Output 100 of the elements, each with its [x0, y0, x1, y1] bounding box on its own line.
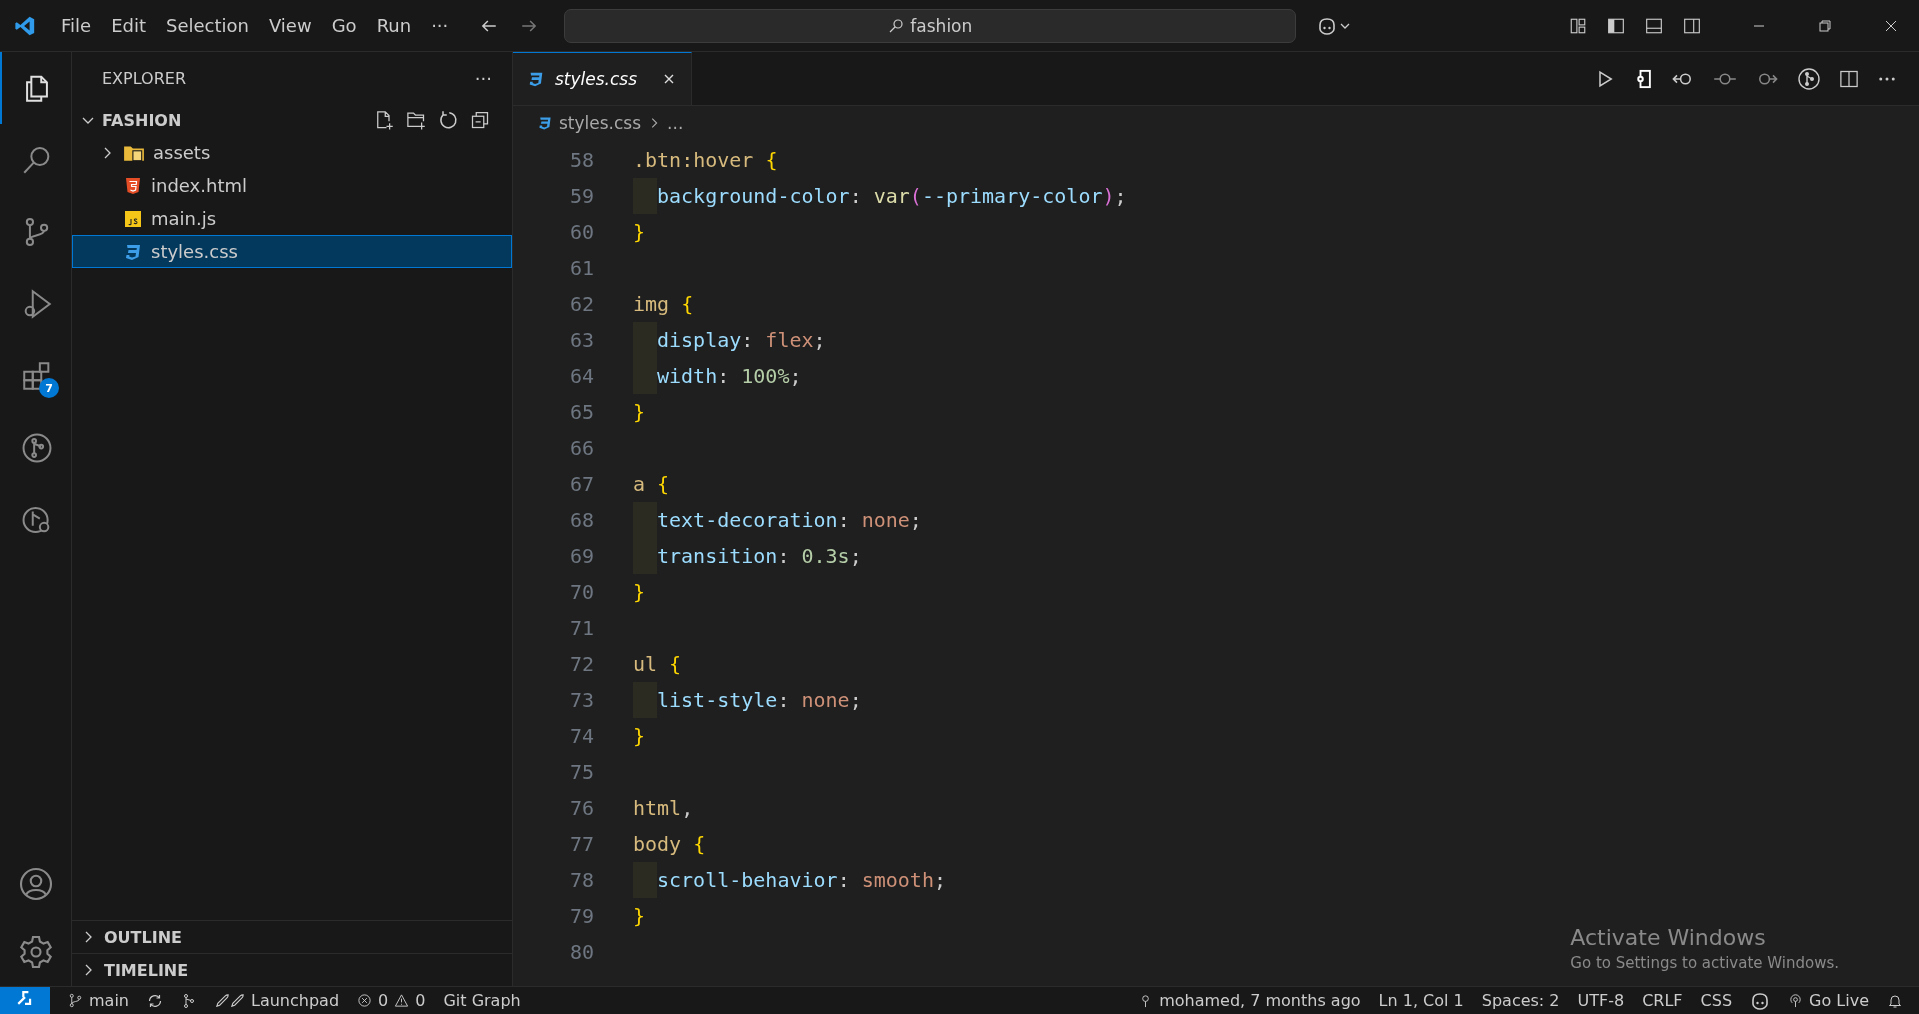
menu-item[interactable]: Go: [321, 15, 367, 36]
line-number: 80: [568, 940, 594, 964]
menu-item[interactable]: Run: [366, 15, 422, 36]
git-icon[interactable]: [181, 992, 197, 1009]
file-tree-item[interactable]: styles.css: [72, 235, 512, 268]
rocket-icon: [215, 993, 245, 1008]
code-line: }: [633, 400, 646, 424]
line-number: 64: [568, 364, 594, 388]
code-line: }: [633, 220, 646, 244]
branch-icon: [68, 993, 83, 1008]
code-line: .btn:hover {: [633, 148, 778, 172]
line-number: 63: [568, 328, 594, 352]
code-line: img {: [633, 292, 694, 316]
sidebar-title: EXPLORER: [102, 68, 186, 88]
line-number: 79: [568, 904, 594, 928]
line-number: 74: [568, 724, 594, 748]
error-icon: [357, 993, 373, 1008]
line-number: 77: [568, 832, 594, 856]
extensions-badge: 7: [39, 378, 59, 398]
search-icon: [888, 17, 905, 34]
refresh-icon[interactable]: [438, 110, 458, 130]
menu-item[interactable]: Selection: [156, 15, 259, 36]
line-number: 58: [568, 148, 594, 172]
collapse-all-icon[interactable]: [470, 110, 490, 130]
code-line: html,: [633, 796, 694, 820]
code-line: }: [633, 724, 646, 748]
git-blame-status[interactable]: mohamed, 7 months ago: [1138, 991, 1361, 1010]
restore-icon[interactable]: [1817, 17, 1833, 34]
layout-icon[interactable]: [1569, 16, 1587, 35]
remote-icon[interactable]: [0, 987, 50, 1014]
warning-count: 0: [415, 991, 426, 1010]
secondary-sidebar-icon[interactable]: [1683, 16, 1701, 35]
menu-item[interactable]: View: [258, 15, 322, 36]
command-center-search[interactable]: fashion: [564, 8, 1297, 43]
file-tree-item[interactable]: assets: [72, 136, 512, 169]
line-number: 67: [568, 472, 594, 496]
status-item[interactable]: UTF-8: [1577, 991, 1625, 1010]
error-count: 0: [378, 991, 389, 1010]
line-number: 61: [568, 256, 594, 280]
copilot-icon[interactable]: [1750, 991, 1771, 1010]
line-number: 72: [568, 652, 594, 676]
go-live-button[interactable]: Go Live: [1788, 991, 1869, 1010]
code-line: body {: [633, 832, 706, 856]
line-number: 59: [568, 184, 594, 208]
code-line: transition: 0.3s;: [657, 544, 862, 568]
line-number: 75: [568, 760, 594, 784]
code-line: scroll-behavior: smooth;: [657, 868, 946, 892]
line-number: 66: [568, 436, 594, 460]
code-line: background-color: var(--primary-color);: [657, 184, 1127, 208]
js-file-icon: [123, 208, 143, 229]
code-line: width: 100%;: [657, 364, 802, 388]
git-graph-icon[interactable]: [1797, 66, 1821, 91]
line-number: 68: [568, 508, 594, 532]
activity-bar-item[interactable]: 7: [0, 340, 71, 412]
status-item[interactable]: CRLF: [1642, 991, 1683, 1010]
settings-icon[interactable]: [17, 934, 54, 970]
sidebar-section-header[interactable]: OUTLINE: [72, 920, 512, 953]
sidebar-toggle-icon[interactable]: [1607, 16, 1625, 35]
new-file-icon[interactable]: [374, 110, 394, 130]
line-number: 73: [568, 688, 594, 712]
app-logo-icon: [14, 14, 36, 37]
file-tree-item[interactable]: index.html: [72, 169, 512, 202]
breadcrumb-item[interactable]: styles.css: [559, 113, 642, 133]
activation-title: Activate Windows: [1570, 925, 1767, 950]
activation-message: Go to Settings to activate Windows.: [1570, 954, 1839, 972]
line-number: 62: [568, 292, 594, 316]
more-actions-button[interactable]: ···: [474, 67, 492, 89]
split-editor-icon[interactable]: [1839, 68, 1859, 89]
code-line: }: [633, 580, 646, 604]
new-folder-icon[interactable]: [406, 110, 426, 130]
panel-toggle-icon[interactable]: [1645, 16, 1663, 35]
folder-header[interactable]: FASHION: [72, 104, 512, 136]
code-line: ul {: [633, 652, 682, 676]
broadcast-icon: [1788, 993, 1804, 1008]
launchpad-status[interactable]: Launchpad: [215, 991, 340, 1010]
status-item[interactable]: Spaces: 2: [1481, 991, 1560, 1010]
account-icon[interactable]: [17, 866, 54, 902]
sync-icon[interactable]: [147, 992, 163, 1009]
branch-status[interactable]: main: [68, 991, 129, 1010]
line-number: 71: [568, 616, 594, 640]
code-line: }: [633, 904, 646, 928]
status-item[interactable]: Git Graph: [443, 991, 521, 1010]
menu-item[interactable]: Edit: [101, 15, 156, 36]
menu-item[interactable]: File: [51, 15, 102, 36]
line-number: 65: [568, 400, 594, 424]
notification-bell-icon[interactable]: [1887, 992, 1903, 1009]
editor-tab[interactable]: styles.css: [513, 52, 693, 105]
status-item[interactable]: Ln 1, Col 1: [1378, 991, 1464, 1010]
code-line: text-decoration: none;: [657, 508, 922, 532]
css-file-icon: [527, 70, 545, 88]
warning-icon: [394, 993, 410, 1008]
line-number: 76: [568, 796, 594, 820]
line-number: 70: [568, 580, 594, 604]
problems-status[interactable]: 0 0: [357, 991, 426, 1010]
menu-item[interactable]: ···: [421, 15, 459, 36]
breadcrumb-item[interactable]: ...: [667, 113, 684, 133]
html-file-icon: [123, 175, 143, 196]
file-tree-item[interactable]: main.js: [72, 202, 512, 235]
line-number: 69: [568, 544, 594, 568]
status-item[interactable]: CSS: [1700, 991, 1733, 1010]
